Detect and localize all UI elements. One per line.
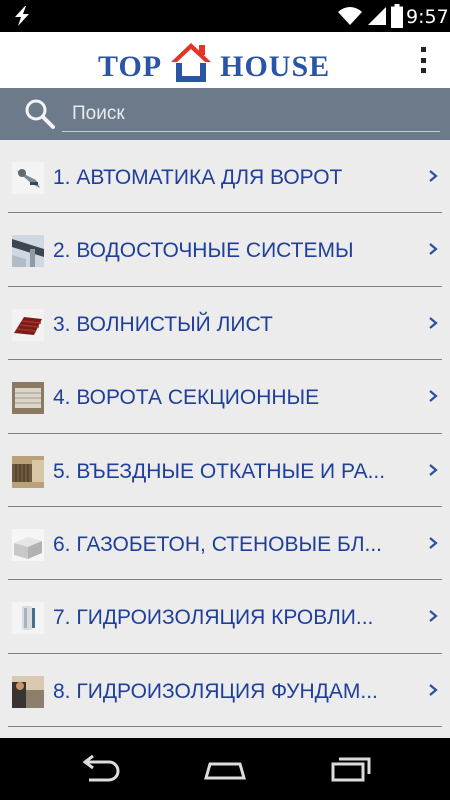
gate-automation-thumb <box>12 162 44 194</box>
list-item-label: 2. ВОДОСТОЧНЫЕ СИСТЕМЫ <box>53 239 354 263</box>
list-item[interactable]: 8. ГИДРОИЗОЛЯЦИЯ ФУНДАМ... <box>8 654 442 728</box>
search-icon[interactable] <box>24 98 56 130</box>
app-header: TOP HOUSE <box>0 32 450 88</box>
list-item-label: 6. ГАЗОБЕТОН, СТЕНОВЫЕ БЛ... <box>53 532 383 556</box>
sectional-gate-thumb <box>12 382 44 415</box>
status-bar: 9:57 <box>0 0 450 32</box>
list-item[interactable]: 2. ВОДОСТОЧНЫЕ СИСТЕМЫ <box>8 213 442 287</box>
chevron-right-icon <box>429 463 438 476</box>
list-item[interactable]: 5. ВЪЕЗДНЫЕ ОТКАТНЫЕ И РА... <box>8 434 442 507</box>
status-clock: 9:57 <box>406 6 449 28</box>
gutter-system-thumb <box>12 235 44 268</box>
home-icon[interactable] <box>200 754 250 784</box>
list-item[interactable]: 7. ГИДРОИЗОЛЯЦИЯ КРОВЛИ... <box>8 580 442 654</box>
overflow-menu-icon[interactable] <box>414 44 432 76</box>
logo-text-left: TOP <box>98 50 163 83</box>
battery-icon <box>391 4 403 28</box>
chevron-right-icon <box>429 610 438 623</box>
corrugated-sheet-thumb <box>12 308 44 341</box>
back-icon[interactable] <box>75 754 125 784</box>
search-input[interactable] <box>62 96 440 132</box>
list-item-label: 1. АВТОМАТИКА ДЛЯ ВОРОТ <box>53 166 343 189</box>
top-house-logo: TOP HOUSE <box>98 38 330 84</box>
search-bar <box>0 88 450 140</box>
chevron-right-icon <box>429 243 438 256</box>
list-item[interactable]: 4. ВОРОТА СЕКЦИОННЫЕ <box>8 360 442 434</box>
navigation-bar <box>0 738 450 800</box>
roof-waterproofing-thumb <box>12 602 44 635</box>
flash-icon <box>15 6 29 26</box>
list-item[interactable]: 6. ГАЗОБЕТОН, СТЕНОВЫЕ БЛ... <box>8 507 442 581</box>
list-item-label: 7. ГИДРОИЗОЛЯЦИЯ КРОВЛИ... <box>53 606 374 630</box>
category-list: 1. АВТОМАТИКА ДЛЯ ВОРОТ 2. ВОДОСТОЧНЫЕ С… <box>0 140 450 738</box>
chevron-right-icon <box>429 537 438 549</box>
recents-icon[interactable] <box>325 754 375 784</box>
aerated-block-thumb <box>12 528 44 561</box>
list-item[interactable]: 3. ВОЛНИСТЫЙ ЛИСТ <box>8 287 442 361</box>
list-item-label: 4. ВОРОТА СЕКЦИОННЫЕ <box>53 386 320 410</box>
list-item-label: 8. ГИДРОИЗОЛЯЦИЯ ФУНДАМ... <box>53 679 378 703</box>
signal-icon <box>368 7 386 25</box>
foundation-waterproofing-thumb <box>12 675 44 708</box>
sliding-gate-thumb <box>12 455 44 488</box>
logo-text-right: HOUSE <box>220 50 331 83</box>
list-item[interactable]: 1. АВТОМАТИКА ДЛЯ ВОРОТ <box>8 140 442 214</box>
wifi-icon <box>338 7 362 25</box>
chevron-right-icon <box>429 390 438 403</box>
list-item-label: 5. ВЪЕЗДНЫЕ ОТКАТНЫЕ И РА... <box>53 459 386 483</box>
chevron-right-icon <box>429 316 438 329</box>
chevron-right-icon <box>429 683 438 696</box>
list-item-label: 3. ВОЛНИСТЫЙ ЛИСТ <box>53 312 273 336</box>
house-logo-icon <box>171 43 212 82</box>
chevron-right-icon <box>429 170 438 182</box>
